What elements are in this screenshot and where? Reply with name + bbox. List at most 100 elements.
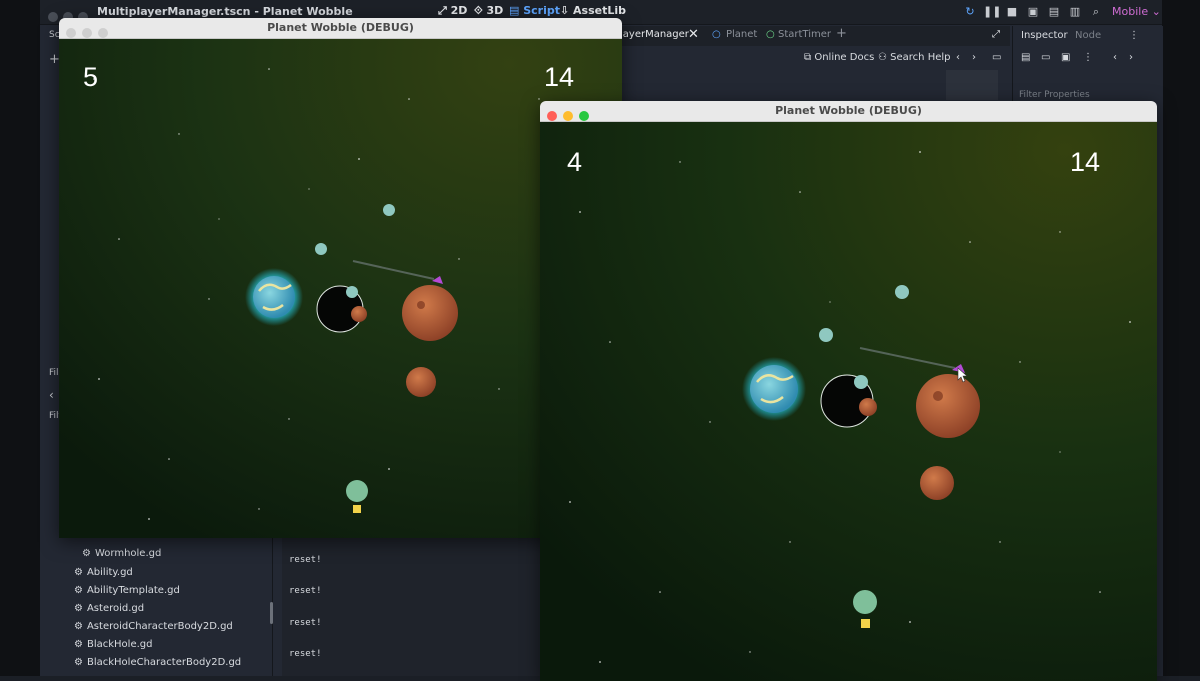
tab-node[interactable]: Node (1075, 30, 1101, 41)
pause-icon[interactable]: ❚❚ (983, 4, 1001, 20)
player-1-score: 4 (567, 147, 583, 177)
more-options-icon[interactable]: ⋮ (1083, 52, 1093, 63)
small-planet (854, 375, 868, 389)
remote-debug-icon[interactable]: ▤ (1046, 4, 1062, 20)
workspace-script-label: Script (523, 4, 561, 17)
script-tab-bar: layerManager ✕ ○ Planet ○ StartTimer + ⤢ (560, 26, 1010, 46)
desktop-edge-right (1162, 0, 1200, 676)
home-planet (750, 365, 798, 413)
file-item-black-hole[interactable]: ⚙ BlackHole.gd (74, 639, 152, 650)
gear-icon: ⚙ (82, 548, 91, 559)
gear-icon: ⚙ (74, 567, 83, 578)
desktop-edge-left (0, 0, 40, 676)
asteroid-crater (417, 301, 425, 309)
gear-icon: ⚙ (74, 657, 83, 668)
close-tab-icon[interactable]: ✕ (688, 27, 699, 42)
tiny-asteroid (351, 306, 367, 322)
game-window-2-title: Planet Wobble (DEBUG) (775, 104, 922, 117)
fullscreen-icon[interactable]: ⤢ (992, 29, 1000, 40)
output-line: reset! (289, 586, 322, 596)
search-help-link[interactable]: ⚇ Search Help (878, 52, 951, 63)
inspector-menu-icon[interactable]: ⋮ (1129, 30, 1139, 41)
gear-icon: ⚙ (74, 603, 83, 614)
timer-icon: ○ (766, 29, 775, 40)
tab-start-timer[interactable]: StartTimer (778, 29, 831, 40)
player-1-score: 5 (83, 62, 99, 92)
game-window-1-title-bar[interactable]: Planet Wobble (DEBUG) (59, 18, 622, 39)
float-window-icon[interactable]: ▭ (992, 52, 1001, 63)
workspace-3d-button[interactable]: ⟐ 3D (474, 4, 503, 18)
file-name: Wormhole.gd (94, 548, 162, 559)
open-folder-icon[interactable]: ▭ (1041, 52, 1050, 63)
file-name: Ability.gd (86, 567, 133, 578)
small-planet (819, 328, 833, 342)
workspace-3d-label: 3D (486, 4, 504, 17)
next-object-icon[interactable]: › (1129, 52, 1133, 63)
game-window-1[interactable]: Planet Wobble (DEBUG) 5 14 (59, 18, 622, 538)
game-1-viewport[interactable] (59, 39, 622, 538)
new-tab-icon[interactable]: + (836, 26, 847, 41)
small-planet (383, 204, 395, 216)
node-icon: ○ (712, 29, 721, 40)
search-help-label: Search Help (890, 52, 951, 63)
small-asteroid (920, 466, 954, 500)
editor-title: MultiplayerManager.tscn - Planet Wobble (97, 5, 353, 18)
file-list-scrollbar[interactable] (270, 602, 273, 624)
back-arrow-icon[interactable]: ‹ (49, 388, 54, 402)
movie-icon[interactable]: ▣ (1025, 4, 1041, 20)
tab-multiplayer-manager[interactable]: layerManager (620, 29, 689, 40)
history-back-icon[interactable]: ‹ (956, 52, 960, 63)
file-item-ability-template[interactable]: ⚙ AbilityTemplate.gd (74, 585, 180, 596)
large-asteroid (916, 374, 980, 438)
play-custom-icon[interactable]: ⌕ (1088, 4, 1104, 20)
workspace-assetlib-label: AssetLib (573, 4, 627, 17)
file-item-asteroid-body[interactable]: ⚙ AsteroidCharacterBody2D.gd (74, 621, 233, 632)
online-docs-label: Online Docs (814, 52, 875, 63)
file-item-ability[interactable]: ⚙ Ability.gd (74, 567, 133, 578)
stop-icon[interactable]: ■ (1004, 4, 1020, 20)
cheese-icon (861, 619, 870, 628)
game-2-viewport[interactable] (540, 122, 1157, 681)
file-name: AbilityTemplate.gd (86, 585, 180, 596)
small-planet (315, 243, 327, 255)
file-item-wormhole[interactable]: ⚙ Wormhole.gd (82, 548, 161, 559)
game-window-2[interactable]: Planet Wobble (DEBUG) 4 14 (540, 101, 1157, 681)
renderer-label: Mobile (1112, 5, 1149, 18)
file-name: AsteroidCharacterBody2D.gd (86, 621, 233, 632)
cheese-icon (353, 505, 361, 513)
file-item-asteroid[interactable]: ⚙ Asteroid.gd (74, 603, 144, 614)
large-asteroid (402, 285, 458, 341)
online-docs-link[interactable]: ⧉ Online Docs (804, 52, 874, 63)
player-2-score: 14 (544, 62, 575, 92)
output-line: reset! (289, 555, 322, 565)
tab-inspector[interactable]: Inspector (1021, 30, 1068, 41)
script-toolbar: ⧉ Online Docs ⚇ Search Help ‹ › ▭ (620, 46, 1010, 70)
code-minimap[interactable] (946, 70, 998, 100)
filesystem-dock-label: Fil (49, 368, 59, 378)
workspace-script-button[interactable]: ▤ Script (509, 4, 560, 17)
save-icon[interactable]: ▣ (1061, 52, 1070, 63)
file-name: Asteroid.gd (86, 603, 145, 614)
asteroid-crater (933, 391, 943, 401)
workspace-assetlib-button[interactable]: ⇩ AssetLib (560, 4, 626, 17)
small-asteroid (406, 367, 436, 397)
workspace-2d-label: 2D (450, 4, 468, 17)
file-name: BlackHole.gd (86, 639, 153, 650)
workspace-2d-button[interactable]: ⤢ 2D (438, 4, 467, 18)
history-forward-icon[interactable]: › (972, 52, 976, 63)
file-item-black-hole-body[interactable]: ⚙ BlackHoleCharacterBody2D.gd (74, 657, 241, 668)
new-resource-icon[interactable]: ▤ (1021, 52, 1030, 63)
file-name: BlackHoleCharacterBody2D.gd (86, 657, 242, 668)
renderer-selector[interactable]: Mobile ⌄ (1112, 5, 1161, 18)
gear-icon: ⚙ (74, 639, 83, 650)
game-window-2-title-bar[interactable]: Planet Wobble (DEBUG) (540, 101, 1157, 122)
tab-planet[interactable]: Planet (726, 29, 757, 40)
prev-object-icon[interactable]: ‹ (1113, 52, 1117, 63)
tiny-asteroid (859, 398, 877, 416)
small-planet (346, 286, 358, 298)
player-planet (346, 480, 368, 502)
reload-icon[interactable]: ↻ (962, 4, 978, 20)
filter-properties-input[interactable]: Filter Properties (1019, 90, 1090, 100)
output-line: reset! (289, 618, 322, 628)
play-scene-icon[interactable]: ▥ (1067, 4, 1083, 20)
